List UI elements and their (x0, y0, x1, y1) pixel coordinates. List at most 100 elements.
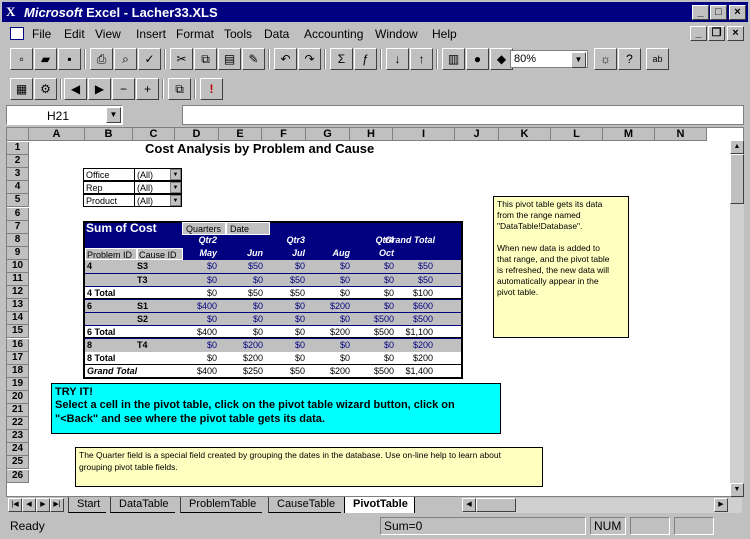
pivot-value[interactable]: $0 (306, 313, 350, 325)
menu-edit[interactable]: Edit (64, 27, 85, 41)
textbox-icon[interactable]: ab (646, 48, 669, 70)
pivot-value[interactable]: $200 (306, 326, 350, 338)
pivot-value[interactable]: $0 (350, 352, 394, 364)
help-icon[interactable]: ? (618, 48, 641, 70)
column-header-N[interactable]: N (655, 128, 707, 141)
chevron-down-icon[interactable]: ▼ (106, 107, 121, 123)
doc-restore-button[interactable]: ❐ (708, 26, 725, 41)
next-sheet-icon[interactable]: ▶ (36, 498, 50, 512)
pivot-value[interactable]: $0 (175, 260, 217, 272)
pivot-value[interactable]: $0 (262, 326, 305, 338)
pivot-value[interactable]: $0 (350, 274, 394, 286)
row-header-2[interactable]: 2 (7, 155, 29, 169)
pivot-problem-id[interactable]: 4 Total (87, 287, 115, 299)
pivot-value[interactable]: $0 (262, 300, 305, 312)
pivot-value[interactable]: $200 (393, 352, 433, 364)
row-header-18[interactable]: 18 (7, 364, 29, 378)
column-header-G[interactable]: G (306, 128, 350, 141)
menu-file[interactable]: File (32, 27, 51, 41)
cut-icon[interactable]: ✂ (170, 48, 193, 70)
pivot-value[interactable]: $500 (350, 365, 394, 377)
row-header-25[interactable]: 25 (7, 456, 29, 470)
sort-ascending-icon[interactable]: ↓ (386, 48, 409, 70)
scroll-down-icon[interactable]: ▼ (730, 483, 744, 497)
row-header-16[interactable]: 16 (7, 338, 29, 352)
pivot-cause-id[interactable]: T4 (137, 339, 148, 351)
pivot-value[interactable]: $0 (350, 339, 394, 351)
pivot-value[interactable]: $500 (350, 313, 394, 325)
pivot-value[interactable]: $0 (175, 339, 217, 351)
function-wizard-icon[interactable]: ƒ (354, 48, 377, 70)
pivot-value[interactable]: $250 (219, 365, 263, 377)
row-header-14[interactable]: 14 (7, 312, 29, 326)
row-header-12[interactable]: 12 (7, 286, 29, 300)
column-header-H[interactable]: H (350, 128, 393, 141)
pivot-value[interactable]: $0 (306, 339, 350, 351)
pivot-value[interactable]: $0 (262, 339, 305, 351)
column-header-A[interactable]: A (29, 128, 85, 141)
pivot-value[interactable]: $0 (219, 326, 263, 338)
pivot-value[interactable]: $0 (262, 260, 305, 272)
column-header-M[interactable]: M (603, 128, 655, 141)
column-header-E[interactable]: E (219, 128, 262, 141)
row-header-15[interactable]: 15 (7, 325, 29, 339)
pivot-field-icon[interactable]: ⚙ (34, 78, 57, 100)
column-header-L[interactable]: L (551, 128, 603, 141)
pivot-row-field-cause[interactable]: Cause ID (137, 247, 183, 260)
first-sheet-icon[interactable]: |◀ (8, 498, 22, 512)
scroll-left-icon[interactable]: ◀ (462, 498, 476, 512)
pivot-value[interactable]: $500 (350, 326, 394, 338)
pivot-value[interactable]: $0 (350, 287, 394, 299)
zoom-select[interactable]: 80% ▼ (510, 50, 588, 68)
sheet-tab-pivottable[interactable]: PivotTable (344, 497, 415, 513)
new-icon[interactable]: ▫ (10, 48, 33, 70)
pivot-cause-id[interactable]: S3 (137, 260, 148, 272)
pivot-value[interactable]: $0 (175, 274, 217, 286)
pivot-value[interactable]: $200 (219, 352, 263, 364)
column-header-F[interactable]: F (262, 128, 306, 141)
worksheet-grid[interactable]: A B C D E F G H I J K L M N 1 2 3 4 5 6 7 8 9 10 11 12 13 14 15 16 17 1… (6, 127, 744, 497)
column-header-D[interactable]: D (175, 128, 219, 141)
scroll-up-icon[interactable]: ▲ (730, 140, 744, 154)
minimize-button[interactable]: _ (692, 5, 709, 20)
select-all-button[interactable] (7, 128, 29, 141)
row-header-7[interactable]: 7 (7, 220, 29, 234)
page-field-value[interactable]: (All) ▼ (134, 168, 182, 182)
pivot-value[interactable]: $1,100 (393, 326, 433, 338)
pivot-value[interactable]: $500 (393, 313, 433, 325)
pivot-value[interactable]: $0 (219, 274, 263, 286)
format-painter-icon[interactable]: ✎ (242, 48, 265, 70)
pivot-value[interactable]: $50 (393, 274, 433, 286)
hide-detail-icon[interactable]: − (112, 78, 135, 100)
last-sheet-icon[interactable]: ▶| (50, 498, 64, 512)
chart-wizard-icon[interactable]: ▥ (442, 48, 465, 70)
doc-minimize-button[interactable]: _ (690, 26, 707, 41)
pivot-cause-id[interactable]: T3 (137, 274, 148, 286)
pivot-row-field-problem[interactable]: Problem ID (85, 247, 137, 260)
row-header-8[interactable]: 8 (7, 233, 29, 247)
menu-data[interactable]: Data (264, 27, 289, 41)
pivot-problem-id[interactable]: 6 (87, 300, 92, 312)
excel-app-icon[interactable]: X (6, 5, 21, 19)
row-header-3[interactable]: 3 (7, 168, 29, 182)
close-button[interactable]: × (729, 5, 746, 20)
pivot-value[interactable]: $400 (175, 365, 217, 377)
pivot-value[interactable]: $0 (262, 313, 305, 325)
quarter-field-note[interactable]: The Quarter field is a special field cre… (75, 447, 543, 488)
pivot-value[interactable]: $0 (306, 287, 350, 299)
pivot-value[interactable]: $50 (219, 260, 263, 272)
row-header-9[interactable]: 9 (7, 246, 29, 260)
menu-tools[interactable]: Tools (224, 27, 252, 41)
pivot-cause-id[interactable]: S2 (137, 313, 148, 325)
pivot-value[interactable]: $0 (262, 352, 305, 364)
paste-icon[interactable]: ▤ (218, 48, 241, 70)
pivot-value[interactable]: $0 (306, 274, 350, 286)
pivot-col-field-quarters[interactable]: Quarters (182, 221, 226, 235)
pivot-value[interactable]: $0 (306, 352, 350, 364)
hscroll-thumb[interactable] (476, 498, 516, 512)
print-preview-icon[interactable]: ⌕ (114, 48, 137, 70)
page-field-rep[interactable]: Rep (83, 181, 135, 195)
spelling-icon[interactable]: ✓ (138, 48, 161, 70)
menu-window[interactable]: Window (375, 27, 418, 41)
open-icon[interactable]: ▰ (34, 48, 57, 70)
